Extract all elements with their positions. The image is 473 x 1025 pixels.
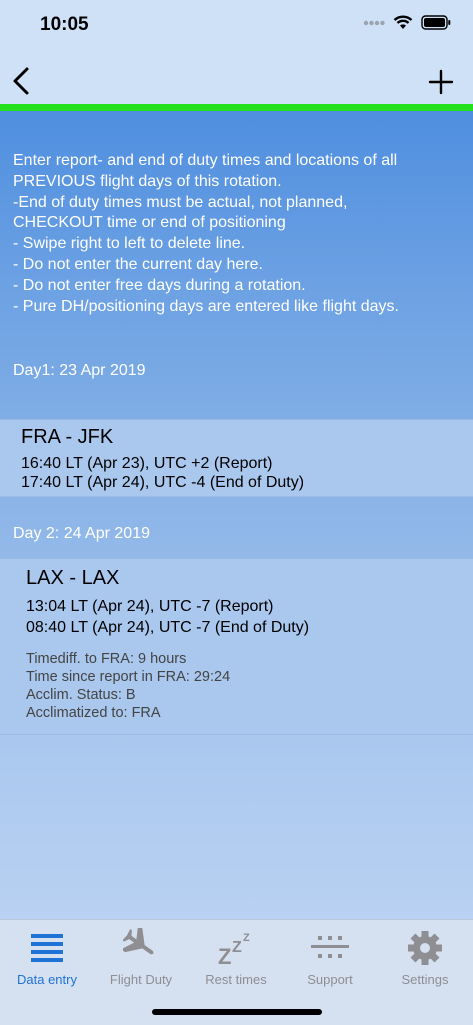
progress-bar	[0, 104, 473, 111]
tab-data-entry[interactable]: Data entry	[0, 926, 94, 987]
signal-dots-icon	[363, 20, 385, 25]
end-of-duty-time: 08:40 LT (Apr 24), UTC -7 (End of Duty)	[26, 619, 310, 636]
instructions-text: Enter report- and end of duty times and …	[13, 151, 465, 317]
day-header: Day1: 23 Apr 2019	[13, 362, 146, 379]
tab-support[interactable]: Support	[283, 926, 377, 987]
duty-row[interactable]: FRA - JFK 16:40 LT (Apr 23), UTC +2 (Rep…	[0, 419, 473, 497]
svg-text:Z: Z	[243, 932, 250, 944]
svg-text:Z: Z	[218, 944, 231, 966]
nav-bar	[0, 52, 473, 104]
status-icons	[363, 15, 451, 30]
wifi-icon	[393, 15, 413, 29]
instruction-line: PREVIOUS flight days of this rotation.	[13, 172, 282, 190]
gear-icon	[408, 931, 442, 965]
list-icon	[31, 934, 63, 962]
home-indicator	[152, 1009, 322, 1015]
tab-settings[interactable]: Settings	[378, 926, 472, 987]
instruction-line: -End of duty times must be actual, not p…	[13, 193, 348, 211]
tab-label: Rest times	[205, 972, 267, 987]
instruction-line: CHECKOUT time or end of positioning	[13, 214, 286, 232]
content-area[interactable]: Enter report- and end of duty times and …	[0, 111, 473, 919]
status-time: 10:05	[40, 14, 89, 35]
svg-text:Z: Z	[232, 939, 242, 956]
back-chevron-icon[interactable]	[10, 66, 34, 96]
tab-label: Support	[307, 972, 353, 987]
instruction-line: - Do not enter free days during a rotati…	[13, 276, 306, 294]
acclimatization-info: Timediff. to FRA: 9 hours Time since rep…	[26, 650, 230, 722]
sleep-icon: Z Z Z	[218, 932, 250, 966]
instruction-line: - Pure DH/positioning days are entered l…	[13, 297, 399, 315]
route-label: FRA - JFK	[21, 426, 114, 448]
instruction-line: Enter report- and end of duty times and …	[13, 152, 398, 169]
status-bar: 10:05	[0, 0, 473, 52]
info-line: Time since report in FRA: 29:24	[26, 669, 231, 685]
day-header: Day 2: 24 Apr 2019	[13, 525, 150, 542]
instruction-line: - Do not enter the current day here.	[13, 255, 263, 273]
tab-label: Flight Duty	[109, 972, 173, 987]
add-plus-icon[interactable]	[427, 68, 455, 96]
airplane-icon	[123, 928, 154, 955]
duty-row[interactable]: LAX - LAX 13:04 LT (Apr 24), UTC -7 (Rep…	[0, 558, 473, 735]
route-label: LAX - LAX	[26, 567, 120, 589]
tab-label: Data entry	[17, 972, 77, 987]
report-time: 13:04 LT (Apr 24), UTC -7 (Report)	[26, 598, 274, 615]
battery-icon	[421, 15, 451, 30]
tab-label: Settings	[401, 972, 449, 987]
tab-flight-duty[interactable]: Flight Duty	[94, 926, 188, 987]
report-time: 16:40 LT (Apr 23), UTC +2 (Report)	[21, 455, 273, 472]
tab-rest-times[interactable]: Z Z Z Rest times	[189, 926, 283, 987]
support-icon	[311, 936, 349, 958]
instruction-line: - Swipe right to left to delete line.	[13, 235, 246, 253]
info-line: Acclim. Status: B	[26, 687, 136, 703]
info-line: Timediff. to FRA: 9 hours	[26, 651, 187, 667]
end-of-duty-time: 17:40 LT (Apr 24), UTC -4 (End of Duty)	[21, 474, 305, 491]
info-line: Acclimatized to: FRA	[26, 705, 161, 721]
